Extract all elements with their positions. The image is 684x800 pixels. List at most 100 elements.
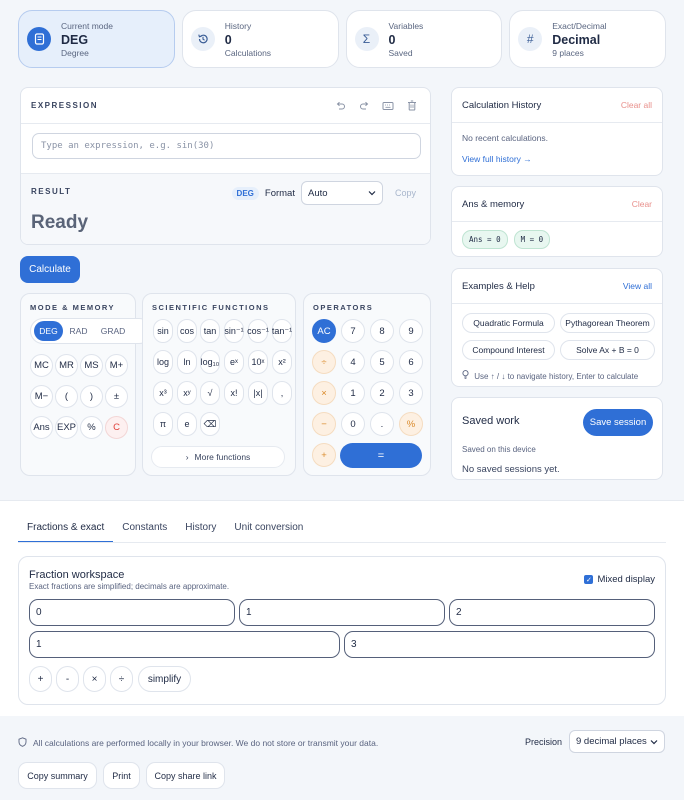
whole-number-field[interactable]: 0 xyxy=(29,599,235,626)
more-functions-button[interactable]: › More functions xyxy=(151,446,285,468)
factorial-key[interactable]: x! xyxy=(224,381,244,405)
equals-key[interactable]: = xyxy=(340,443,422,468)
digit-7-key[interactable]: 7 xyxy=(341,319,365,343)
second-denominator-field[interactable]: 3 xyxy=(344,631,655,658)
pow10-key[interactable]: 10ˣ xyxy=(248,350,268,374)
denominator-field[interactable]: 2 xyxy=(449,599,655,626)
asin-key[interactable]: sin⁻¹ xyxy=(224,319,244,343)
memory-value-pill[interactable]: M = 0 xyxy=(513,230,551,249)
stat-card-mode[interactable]: Current mode DEG Degree xyxy=(18,10,175,68)
example-pythagorean-button[interactable]: Pythagorean Theorem xyxy=(560,313,655,333)
digit-2-key[interactable]: 2 xyxy=(370,381,394,405)
trash-icon[interactable] xyxy=(404,98,420,114)
digit-1-key[interactable]: 1 xyxy=(341,381,365,405)
power-key[interactable]: xʸ xyxy=(177,381,197,405)
memory-add-key[interactable]: M+ xyxy=(105,354,128,377)
tab-history[interactable]: History xyxy=(176,517,225,543)
digit-0-key[interactable]: 0 xyxy=(341,412,365,436)
pi-key[interactable]: π xyxy=(153,412,173,436)
example-quadratic-button[interactable]: Quadratic Formula xyxy=(462,313,555,333)
cos-key[interactable]: cos xyxy=(177,319,197,343)
fraction-add-button[interactable]: + xyxy=(29,666,52,692)
copy-summary-button[interactable]: Copy summary xyxy=(18,762,97,789)
precision-select[interactable]: 9 decimal places xyxy=(569,730,665,753)
calculate-button[interactable]: Calculate xyxy=(20,256,80,283)
percent-key[interactable]: % xyxy=(80,416,103,439)
ans-value-pill[interactable]: Ans = 0 xyxy=(462,230,508,249)
exp-key[interactable]: EXP xyxy=(55,416,78,439)
comma-key[interactable]: , xyxy=(272,381,292,405)
cube-key[interactable]: x³ xyxy=(153,381,173,405)
clear-key[interactable]: C xyxy=(105,416,128,439)
fraction-multiply-button[interactable]: × xyxy=(83,666,106,692)
simplify-button[interactable]: simplify xyxy=(138,666,191,692)
fraction-subtract-button[interactable]: - xyxy=(56,666,79,692)
angle-grad[interactable]: GRAD xyxy=(95,321,131,341)
atan-key[interactable]: tan⁻¹ xyxy=(272,319,292,343)
second-numerator-field[interactable]: 1 xyxy=(29,631,340,658)
square-key[interactable]: x² xyxy=(272,350,292,374)
saved-work-sub: Saved on this device xyxy=(462,445,536,454)
print-button[interactable]: Print xyxy=(103,762,140,789)
memory-clear-key[interactable]: MC xyxy=(30,354,53,377)
example-linear-equation-button[interactable]: Solve Ax + B = 0 xyxy=(560,340,655,360)
stat-card-variables[interactable]: Σ Variables 0 Saved xyxy=(345,10,503,68)
clear-history-button[interactable]: Clear all xyxy=(621,100,652,110)
tab-fractions[interactable]: Fractions & exact xyxy=(18,517,114,543)
euler-key[interactable]: e xyxy=(177,412,197,436)
format-select[interactable]: Auto xyxy=(300,181,383,205)
numerator-field[interactable]: 1 xyxy=(239,599,445,626)
redo-icon[interactable] xyxy=(356,98,372,114)
digit-8-key[interactable]: 8 xyxy=(370,319,394,343)
percent-operator-key[interactable]: % xyxy=(399,412,423,436)
add-key[interactable]: + xyxy=(312,443,336,467)
tab-constants[interactable]: Constants xyxy=(113,517,176,543)
digit-5-key[interactable]: 5 xyxy=(370,350,394,374)
ans-key[interactable]: Ans xyxy=(30,416,53,439)
copy-share-link-button[interactable]: Copy share link xyxy=(146,762,225,789)
open-paren-key[interactable]: ( xyxy=(55,385,78,408)
stat-card-history[interactable]: History 0 Calculations xyxy=(181,10,339,68)
mixed-display-toggle[interactable]: ✓ Mixed display xyxy=(584,574,655,585)
save-session-button[interactable]: Save session xyxy=(583,409,653,436)
sin-key[interactable]: sin xyxy=(153,319,173,343)
copy-result-button[interactable]: Copy xyxy=(395,188,416,198)
checkbox-checked-icon[interactable]: ✓ xyxy=(584,575,594,584)
log-key[interactable]: log xyxy=(153,350,173,374)
view-history-link[interactable]: View full history → xyxy=(462,154,652,164)
fraction-divide-button[interactable]: ÷ xyxy=(110,666,133,692)
example-compound-interest-button[interactable]: Compound Interest xyxy=(462,340,555,360)
decimal-key[interactable]: . xyxy=(370,412,394,436)
exp-e-key[interactable]: eˣ xyxy=(224,350,244,374)
angle-rad[interactable]: RAD xyxy=(64,321,93,341)
abs-key[interactable]: |x| xyxy=(248,381,268,405)
digit-3-key[interactable]: 3 xyxy=(399,381,423,405)
view-all-examples-link[interactable]: View all xyxy=(623,281,652,291)
keyboard-icon[interactable] xyxy=(380,98,396,114)
all-clear-key[interactable]: AC xyxy=(312,319,336,343)
tab-unit-conversion[interactable]: Unit conversion xyxy=(225,517,312,543)
subtract-key[interactable]: − xyxy=(312,412,336,436)
digit-6-key[interactable]: 6 xyxy=(399,350,423,374)
digit-4-key[interactable]: 4 xyxy=(341,350,365,374)
divide-key[interactable]: ÷ xyxy=(312,350,336,374)
memory-subtract-key[interactable]: M− xyxy=(30,385,53,408)
tan-key[interactable]: tan xyxy=(200,319,220,343)
backspace-icon[interactable]: ⌫ xyxy=(200,412,220,436)
angle-deg[interactable]: DEG xyxy=(34,321,63,341)
stat-card-exact-decimal[interactable]: # Exact/Decimal Decimal 9 places xyxy=(509,10,666,68)
clear-memory-button[interactable]: Clear xyxy=(632,199,652,209)
undo-icon[interactable] xyxy=(332,98,348,114)
plus-minus-key[interactable]: ± xyxy=(105,385,128,408)
digit-9-key[interactable]: 9 xyxy=(399,319,423,343)
angle-mode-toggle[interactable]: DEG RAD GRAD xyxy=(30,318,152,344)
acos-key[interactable]: cos⁻¹ xyxy=(247,319,269,343)
memory-recall-key[interactable]: MR xyxy=(55,354,78,377)
log10-key[interactable]: log₁₀ xyxy=(200,350,220,374)
close-paren-key[interactable]: ) xyxy=(80,385,103,408)
sqrt-key[interactable]: √ xyxy=(200,381,220,405)
memory-store-key[interactable]: MS xyxy=(80,354,103,377)
ln-key[interactable]: ln xyxy=(177,350,197,374)
expression-input[interactable]: Type an expression, e.g. sin(30) xyxy=(32,133,421,159)
multiply-key[interactable]: × xyxy=(312,381,336,405)
